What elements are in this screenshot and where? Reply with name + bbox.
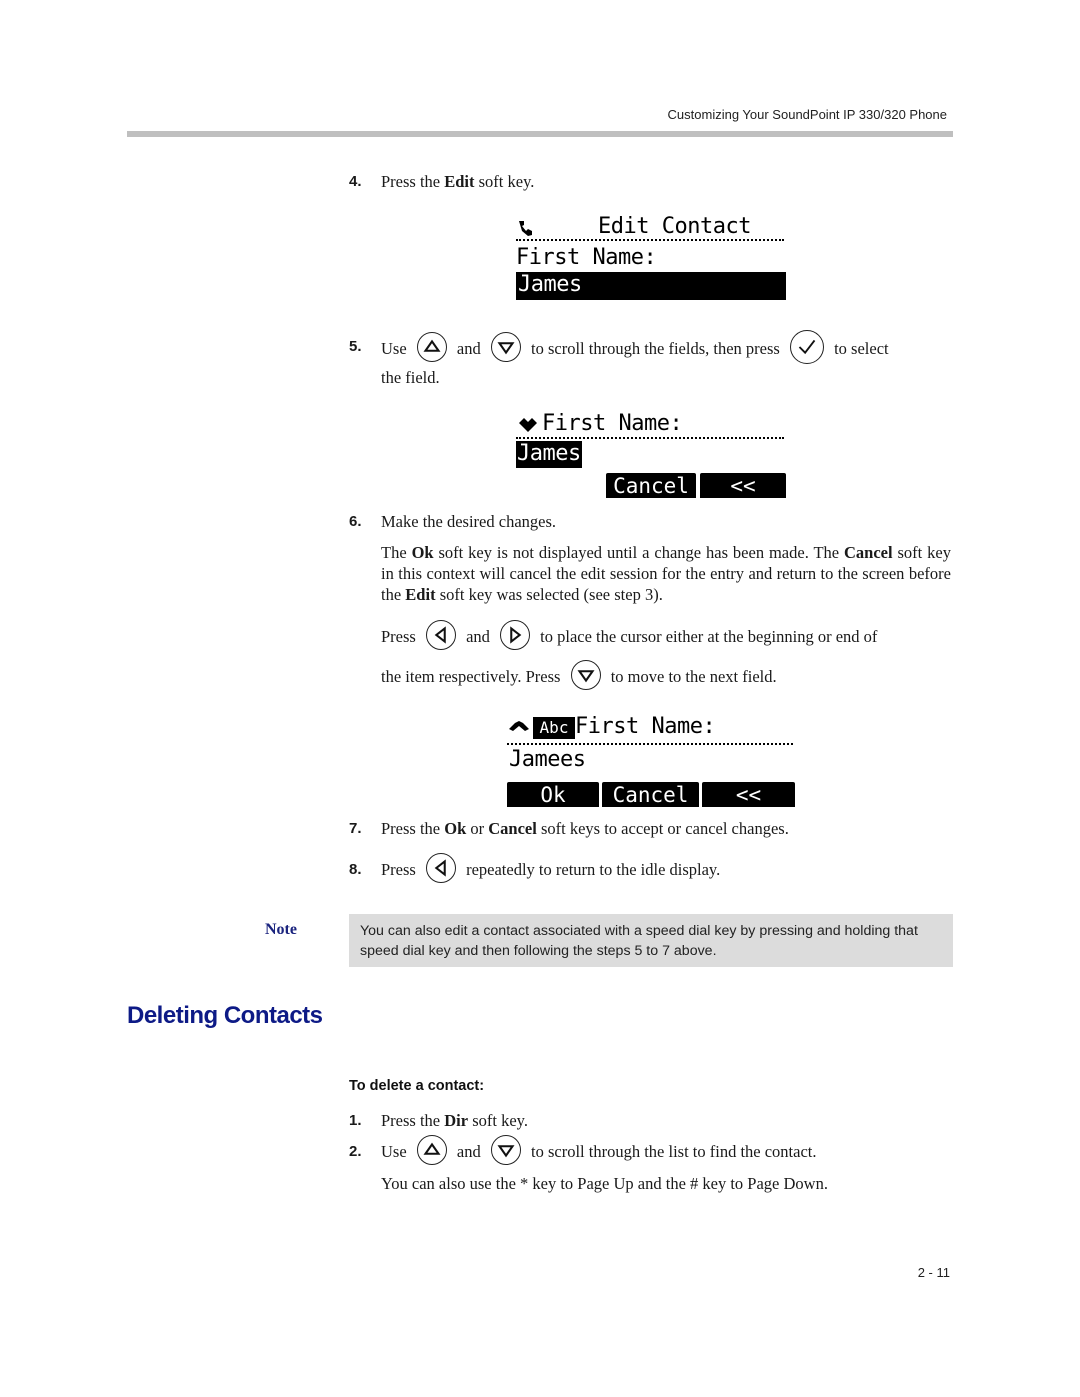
field-value-editing: James [516,441,582,468]
softkey-name: Edit [405,585,436,604]
step-number: 4. [349,173,362,190]
up-down-arrow-icon [516,414,540,436]
left-right-arrow-icon [507,717,531,739]
step-8: 8. Press repeatedly to return to the idl… [349,853,954,884]
step-text: to select [834,338,889,358]
note-box: You can also edit a contact associated w… [349,914,953,967]
cursor-instructions-line1: Press and to place the cursor either at … [381,620,951,651]
softkey-name: Cancel [488,819,537,838]
para-text: soft key is not displayed until a change… [433,543,845,562]
field-label: First Name: [575,714,716,739]
step-number: 8. [349,861,362,878]
step-text: or [466,819,489,838]
page-number: 2 - 11 [917,1265,950,1280]
down-arrow-key-icon [570,660,601,691]
input-mode-indicator: Abc [533,717,575,739]
running-header: Customizing Your SoundPoint IP 330/320 P… [667,107,947,122]
up-arrow-key-icon [416,1135,447,1166]
right-arrow-key-icon [500,620,531,651]
delete-step-1: 1. Press the Dir soft key. [349,1110,954,1132]
step-text: soft key. [474,172,535,191]
step-text: Press the [381,1111,445,1130]
left-arrow-key-icon [425,620,456,651]
step-text: Press [381,860,416,879]
down-arrow-key-icon [490,332,521,362]
step-5: 5. Use and to scroll through the fields,… [349,330,954,387]
step-text: repeatedly to return to the idle display… [466,860,721,879]
para-text: to place the cursor either at the beginn… [540,627,878,646]
cursor-instructions-line2: the item respectively. Press to move to … [381,660,951,691]
softkey-name: Ok [411,543,434,562]
para-text: Press [381,627,416,646]
screen-title: Edit Contact [598,214,751,239]
softkey-name: Dir [444,1111,469,1130]
step-text: You can also use the * key to Page Up an… [381,1174,828,1193]
up-arrow-key-icon [416,332,447,362]
step-text: the field. [381,368,440,387]
step-text: Use [381,338,407,358]
para-text: and [466,627,490,646]
field-label: First Name: [516,245,657,270]
down-arrow-key-icon [490,1135,521,1166]
softkey-cancel[interactable]: Cancel [602,782,699,807]
step-text: soft keys to accept or cancel changes. [536,819,789,838]
step-number: 1. [349,1112,362,1129]
step-6: 6. Make the desired changes. [349,511,954,533]
step-number: 6. [349,513,362,530]
section-title: Deleting Contacts [127,1002,323,1029]
phone-screen-edit-contact: Edit Contact First Name: James [514,211,786,303]
softkey-name: Cancel [844,543,893,562]
step-text: Press the [381,819,445,838]
softkey-back[interactable]: << [702,782,795,807]
para-text: to move to the next field. [610,667,777,686]
softkey-back[interactable]: << [700,473,786,498]
step-number: 2. [349,1143,362,1160]
softkey-cancel[interactable]: Cancel [606,473,696,498]
softkey-name: Ok [444,819,467,838]
step-text: and [456,1142,481,1161]
step-text: Use [381,1142,407,1161]
note-label: Note [265,921,297,938]
para-text: The [381,543,412,562]
para-text: soft key was selected (see step 3). [435,585,663,604]
field-value-highlighted: James [516,272,786,300]
step-4: 4. Press the Edit soft key. [349,171,954,193]
softkey-name: Edit [444,172,475,191]
left-arrow-key-icon [425,853,456,884]
step-text: Make the desired changes. [381,512,557,531]
select-check-key-icon [789,330,824,364]
dotted-divider [516,239,784,241]
ok-cancel-explanation: The Ok soft key is not displayed until a… [381,542,951,605]
procedure-heading: To delete a contact: [349,1078,485,1094]
header-rule [127,131,953,137]
softkey-ok[interactable]: Ok [507,782,599,807]
step-number: 7. [349,820,362,837]
step-7: 7. Press the Ok or Cancel soft keys to a… [349,818,954,840]
handset-icon [516,217,538,239]
step-text: to scroll through the list to find the c… [531,1142,817,1161]
field-label: First Name: [542,411,683,436]
step-text: to scroll through the fields, then press [531,338,780,358]
step-text: soft key. [468,1111,528,1130]
field-value: Jamees [509,747,586,772]
dotted-divider [507,743,793,745]
step-number: 5. [349,338,362,355]
phone-screen-first-name-edit: First Name: James Cancel << [514,410,786,500]
step-text: and [456,338,481,358]
dotted-divider [516,437,784,439]
phone-screen-first-name-changed: Abc First Name: Jamees Ok Cancel << [505,713,795,809]
step-text: Press the [381,172,445,191]
para-text: the item respectively. Press [381,667,561,686]
delete-step-2: 2. Use and to scroll through the list to… [349,1135,954,1193]
note-text: You can also edit a contact associated w… [360,923,918,959]
